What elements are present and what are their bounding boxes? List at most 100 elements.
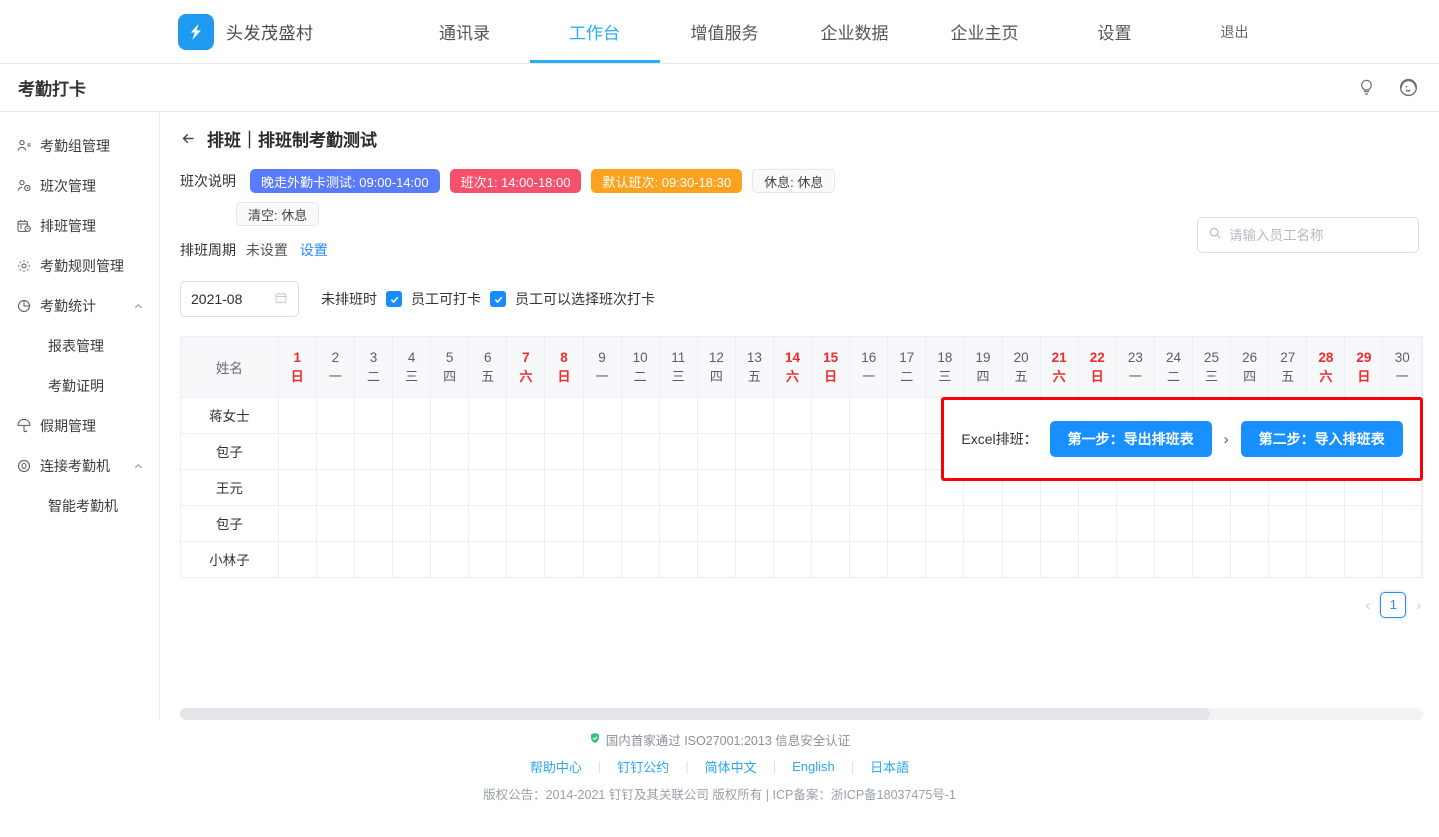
schedule-cell[interactable] (1383, 541, 1422, 577)
schedule-cell[interactable] (812, 541, 850, 577)
schedule-cell[interactable] (583, 397, 621, 433)
export-schedule-button[interactable]: 第一步：导出排班表 (1050, 421, 1212, 457)
schedule-cell[interactable] (1116, 541, 1154, 577)
schedule-cell[interactable] (888, 397, 926, 433)
sidebar-item-smart-device[interactable]: 智能考勤机 (0, 486, 159, 526)
schedule-cell[interactable] (735, 397, 773, 433)
page-number-1[interactable]: 1 (1380, 592, 1406, 618)
schedule-cell[interactable] (926, 541, 964, 577)
schedule-cell[interactable] (621, 505, 659, 541)
schedule-cell[interactable] (850, 469, 888, 505)
chevron-right-icon[interactable]: › (1414, 597, 1423, 613)
schedule-cell[interactable] (545, 469, 583, 505)
schedule-cell[interactable] (812, 505, 850, 541)
nav-item-logout[interactable]: 退出 (1180, 0, 1290, 63)
schedule-cell[interactable] (1193, 541, 1231, 577)
schedule-cell[interactable] (507, 397, 545, 433)
shift-badge-clear[interactable]: 清空: 休息 (236, 202, 319, 226)
sidebar-item-attendance-group[interactable]: 考勤组管理 (0, 126, 159, 166)
schedule-cell[interactable] (583, 469, 621, 505)
nav-item-workbench[interactable]: 工作台 (530, 0, 660, 63)
chevron-up-icon[interactable] (133, 301, 145, 312)
schedule-cell[interactable] (1383, 505, 1422, 541)
schedule-cell[interactable] (469, 397, 507, 433)
schedule-cell[interactable] (1154, 505, 1192, 541)
schedule-cell[interactable] (697, 469, 735, 505)
schedule-cell[interactable] (431, 469, 469, 505)
schedule-cell[interactable] (393, 397, 431, 433)
shift-badge-late-field[interactable]: 晚走外勤卡测试: 09:00-14:00 (250, 169, 440, 193)
shift-badge-default[interactable]: 默认班次: 09:30-18:30 (591, 169, 742, 193)
cycle-setup-link[interactable]: 设置 (300, 242, 328, 258)
footer-link-convention[interactable]: 钉钉公约 (601, 757, 685, 776)
schedule-cell[interactable] (1002, 505, 1040, 541)
schedule-cell[interactable] (316, 541, 354, 577)
chevron-left-icon[interactable]: ‹ (1364, 597, 1373, 613)
schedule-cell[interactable] (621, 469, 659, 505)
schedule-cell[interactable] (1269, 541, 1307, 577)
schedule-cell[interactable] (850, 433, 888, 469)
schedule-cell[interactable] (850, 541, 888, 577)
sidebar-item-leave-management[interactable]: 假期管理 (0, 406, 159, 446)
bulb-icon[interactable] (1357, 78, 1376, 97)
schedule-cell[interactable] (469, 469, 507, 505)
schedule-cell[interactable] (735, 469, 773, 505)
schedule-cell[interactable] (316, 469, 354, 505)
import-schedule-button[interactable]: 第二步：导入排班表 (1241, 421, 1403, 457)
schedule-cell[interactable] (1345, 541, 1383, 577)
schedule-cell[interactable] (507, 469, 545, 505)
schedule-cell[interactable] (888, 541, 926, 577)
sidebar-item-scheduling-management[interactable]: 排班管理 (0, 206, 159, 246)
chevron-up-icon[interactable] (133, 461, 145, 472)
nav-item-value-added-services[interactable]: 增值服务 (660, 0, 790, 63)
schedule-cell[interactable] (697, 505, 735, 541)
footer-link-help-center[interactable]: 帮助中心 (514, 757, 598, 776)
schedule-cell[interactable] (469, 433, 507, 469)
schedule-cell[interactable] (545, 433, 583, 469)
schedule-cell[interactable] (1231, 505, 1269, 541)
schedule-cell[interactable] (316, 397, 354, 433)
shift-badge-rest[interactable]: 休息: 休息 (752, 169, 835, 193)
schedule-cell[interactable] (812, 397, 850, 433)
schedule-cell[interactable] (812, 469, 850, 505)
schedule-cell[interactable] (735, 433, 773, 469)
schedule-cell[interactable] (1002, 541, 1040, 577)
sidebar-item-rule-management[interactable]: 考勤规则管理 (0, 246, 159, 286)
schedule-cell[interactable] (697, 397, 735, 433)
schedule-cell[interactable] (1307, 541, 1345, 577)
schedule-cell[interactable] (773, 433, 811, 469)
schedule-cell[interactable] (316, 505, 354, 541)
schedule-cell[interactable] (964, 541, 1002, 577)
checkbox-employee-can-punch[interactable] (386, 291, 402, 307)
schedule-cell[interactable] (469, 505, 507, 541)
schedule-cell[interactable] (393, 433, 431, 469)
schedule-cell[interactable] (926, 505, 964, 541)
schedule-cell[interactable] (354, 505, 392, 541)
schedule-cell[interactable] (316, 433, 354, 469)
schedule-cell[interactable] (621, 433, 659, 469)
schedule-cell[interactable] (697, 433, 735, 469)
schedule-cell[interactable] (431, 397, 469, 433)
schedule-cell[interactable] (1345, 505, 1383, 541)
arrow-left-icon[interactable] (180, 130, 197, 147)
schedule-cell[interactable] (507, 433, 545, 469)
search-input[interactable] (1229, 228, 1408, 243)
sidebar-item-shift-management[interactable]: 班次管理 (0, 166, 159, 206)
schedule-cell[interactable] (1078, 541, 1116, 577)
schedule-cell[interactable] (1231, 541, 1269, 577)
schedule-cell[interactable] (431, 541, 469, 577)
schedule-cell[interactable] (1307, 505, 1345, 541)
schedule-cell[interactable] (735, 541, 773, 577)
schedule-cell[interactable] (431, 433, 469, 469)
footer-link-english[interactable]: English (776, 759, 851, 774)
brand-block[interactable]: 头发茂盛村 (0, 0, 314, 63)
schedule-cell[interactable] (1040, 541, 1078, 577)
schedule-cell[interactable] (1116, 505, 1154, 541)
schedule-cell[interactable] (545, 397, 583, 433)
schedule-cell[interactable] (278, 505, 316, 541)
footer-link-simplified-chinese[interactable]: 简体中文 (689, 757, 773, 776)
schedule-cell[interactable] (659, 433, 697, 469)
schedule-cell[interactable] (393, 469, 431, 505)
schedule-cell[interactable] (850, 397, 888, 433)
checkbox-employee-can-select-shift[interactable] (490, 291, 506, 307)
